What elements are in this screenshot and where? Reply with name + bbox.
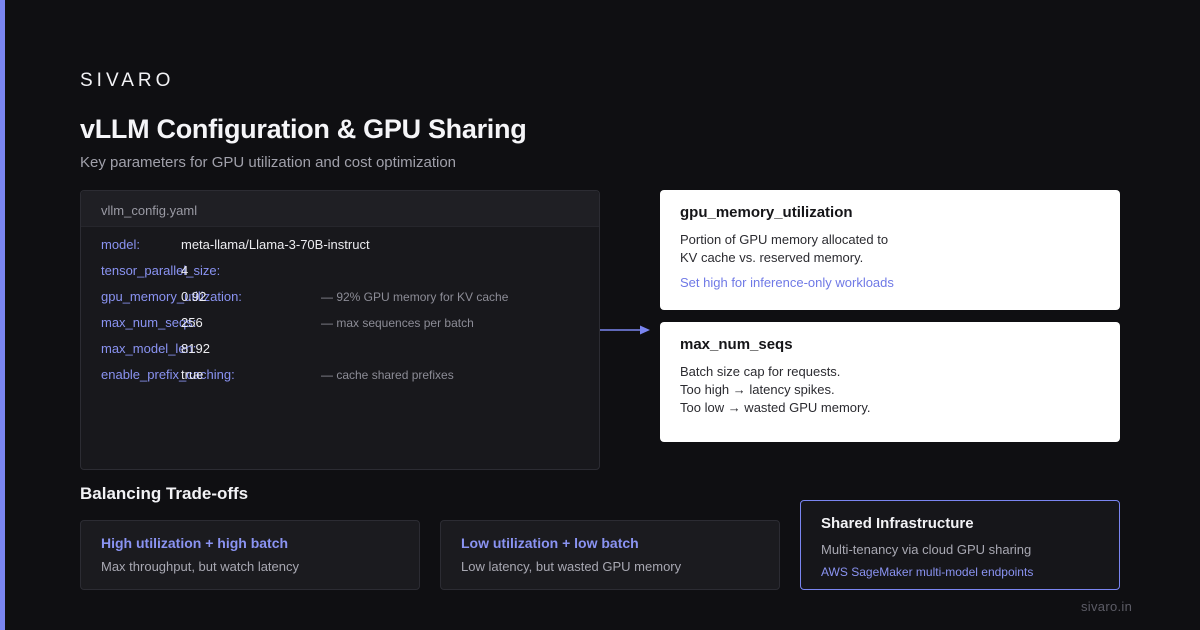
config-row-model: model: meta-llama/Llama-3-70B-instruct [101, 237, 591, 255]
config-value: true [181, 367, 204, 382]
infra-title: Shared Infrastructure [821, 515, 974, 532]
config-row-enable-prefix-caching: enable_prefix_caching: true — cache shar… [101, 367, 591, 385]
card-gpu-memory-utilization: gpu_memory_utilization Portion of GPU me… [660, 190, 1120, 310]
config-key: tensor_parallel_size: [101, 263, 221, 278]
card-line: Too low → wasted GPU memory. [680, 400, 871, 415]
config-row-tensor-parallel-size: tensor_parallel_size: 4 [101, 263, 591, 281]
config-value: 256 [181, 315, 203, 330]
card-line: Portion of GPU memory allocated to [680, 232, 889, 247]
card-title: max_num_seqs [680, 336, 793, 353]
card-title: gpu_memory_utilization [680, 204, 853, 221]
config-key: gpu_memory_utilization: [101, 289, 242, 304]
accent-bar [0, 0, 5, 630]
card-line: Too high → latency spikes. [680, 382, 835, 397]
config-row-max-num-seqs: max_num_seqs: 256 — max sequences per ba… [101, 315, 591, 333]
card-line: KV cache vs. reserved memory. [680, 250, 864, 265]
card-link[interactable]: Set high for inference-only workloads [680, 275, 1100, 290]
tradeoff-desc: Max throughput, but watch latency [101, 559, 300, 574]
page-title: vLLM Configuration & GPU Sharing [80, 114, 527, 144]
config-row-max-model-len: max_model_len: 8192 [101, 341, 591, 359]
config-comment: — 92% GPU memory for KV cache [321, 290, 509, 304]
config-key: enable_prefix_caching: [101, 367, 235, 382]
tradeoff-card-high-utilization: High utilization + high batch Max throug… [80, 520, 420, 590]
card-line: Batch size cap for requests. [680, 364, 841, 379]
tradeoff-desc: Low latency, but wasted GPU memory [461, 559, 682, 574]
config-row-gpu-memory-utilization: gpu_memory_utilization: 0.92 — 92% GPU m… [101, 289, 591, 307]
connector-arrow-icon [600, 325, 650, 335]
infra-link[interactable]: AWS SageMaker multi-model endpoints [821, 565, 1099, 579]
infra-desc: Multi-tenancy via cloud GPU sharing [821, 542, 1032, 557]
tradeoff-card-low-utilization: Low utilization + low batch Low latency,… [440, 520, 780, 590]
card-max-num-seqs: max_num_seqs Batch size cap for requests… [660, 322, 1120, 442]
config-value: 0.92 [181, 289, 207, 304]
shared-infrastructure-card: Shared Infrastructure Multi-tenancy via … [800, 500, 1120, 590]
config-key: model: [101, 237, 141, 252]
config-comment: — max sequences per batch [321, 316, 474, 330]
config-value: meta-llama/Llama-3-70B-instruct [181, 237, 370, 252]
tradeoffs-title: Balancing Trade-offs [80, 484, 249, 503]
config-value: 4 [181, 263, 189, 278]
page-subtitle: Key parameters for GPU utilization and c… [80, 154, 457, 171]
config-value: 8192 [181, 341, 210, 356]
tradeoff-title: Low utilization + low batch [461, 535, 639, 551]
config-code-panel: vllm_config.yaml model: meta-llama/Llama… [80, 190, 600, 470]
config-filename: vllm_config.yaml [81, 191, 599, 227]
tradeoff-title: High utilization + high batch [101, 535, 289, 551]
config-comment: — cache shared prefixes [321, 368, 454, 382]
footer-url[interactable]: sivaro.in [1081, 599, 1132, 614]
brand-logo: SIVARO [80, 70, 175, 91]
